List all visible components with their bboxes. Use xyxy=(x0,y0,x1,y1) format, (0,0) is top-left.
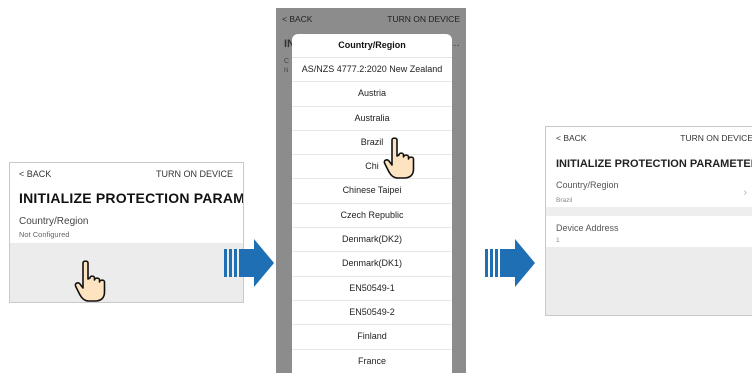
page-title: INITIALIZE PROTECTION PARAM… xyxy=(19,190,244,206)
turn-on-device-button[interactable]: TURN ON DEVICE xyxy=(156,169,233,179)
country-region-value: Not Configured xyxy=(19,230,70,239)
back-button[interactable]: < BACK xyxy=(19,169,51,179)
device-address-label: Device Address xyxy=(556,223,619,233)
option-item[interactable]: AS/NZS 4777.2:2020 New Zealand xyxy=(292,58,452,83)
country-region-dialog: Country/Region AS/NZS 4777.2:2020 New Ze… xyxy=(292,34,452,373)
background-label: C xyxy=(284,58,290,65)
option-item[interactable]: Denmark(DK1) xyxy=(292,252,452,277)
back-button[interactable]: < BACK xyxy=(556,133,586,143)
option-item[interactable]: Czech Republic xyxy=(292,204,452,229)
dialog-title: Country/Region xyxy=(292,34,452,58)
country-region-label: Country/Region xyxy=(19,216,89,227)
divider xyxy=(546,207,752,216)
tap-hand-icon xyxy=(74,260,106,302)
arrow-right-icon xyxy=(224,239,274,287)
option-item[interactable]: Chinese Taipei xyxy=(292,179,452,204)
top-bar: < BACK TURN ON DEVICE xyxy=(546,127,752,149)
option-item[interactable]: Austria xyxy=(292,82,452,107)
tap-hand-icon xyxy=(383,137,415,179)
option-item[interactable]: Australia xyxy=(292,107,452,131)
empty-area xyxy=(10,243,243,302)
empty-area xyxy=(546,247,752,315)
option-item[interactable]: France xyxy=(292,350,452,373)
option-list: AS/NZS 4777.2:2020 New Zealand Austria A… xyxy=(292,58,452,373)
country-region-picker-screen: < BACK TURN ON DEVICE IN … C N Country/R… xyxy=(276,8,466,373)
option-item[interactable]: EN50549-1 xyxy=(292,277,452,301)
background-value: N xyxy=(284,68,289,74)
option-item[interactable]: Denmark(DK2) xyxy=(292,228,452,253)
top-bar: < BACK TURN ON DEVICE xyxy=(276,8,466,30)
turn-on-device-button[interactable]: TURN ON DEVICE xyxy=(387,14,460,24)
option-item[interactable]: Brazil xyxy=(292,131,452,156)
option-item[interactable]: Chi xyxy=(292,155,452,180)
initialize-screen-unconfigured: < BACK TURN ON DEVICE INITIALIZE PROTECT… xyxy=(9,162,244,303)
country-region-label: Country/Region xyxy=(556,180,619,190)
option-item[interactable]: Finland xyxy=(292,325,452,350)
chevron-right-icon: › xyxy=(743,187,747,198)
page-title: INITIALIZE PROTECTION PARAMETER xyxy=(556,158,752,170)
device-address-value: 1 xyxy=(556,237,560,244)
turn-on-device-button[interactable]: TURN ON DEVICE xyxy=(680,133,752,143)
initialize-screen-configured: < BACK TURN ON DEVICE INITIALIZE PROTECT… xyxy=(545,126,752,316)
option-item[interactable]: EN50549-2 xyxy=(292,301,452,326)
country-region-value: Brazil xyxy=(556,197,573,204)
top-bar: < BACK TURN ON DEVICE xyxy=(10,163,243,185)
arrow-right-icon xyxy=(485,239,535,287)
back-button[interactable]: < BACK xyxy=(282,14,312,24)
